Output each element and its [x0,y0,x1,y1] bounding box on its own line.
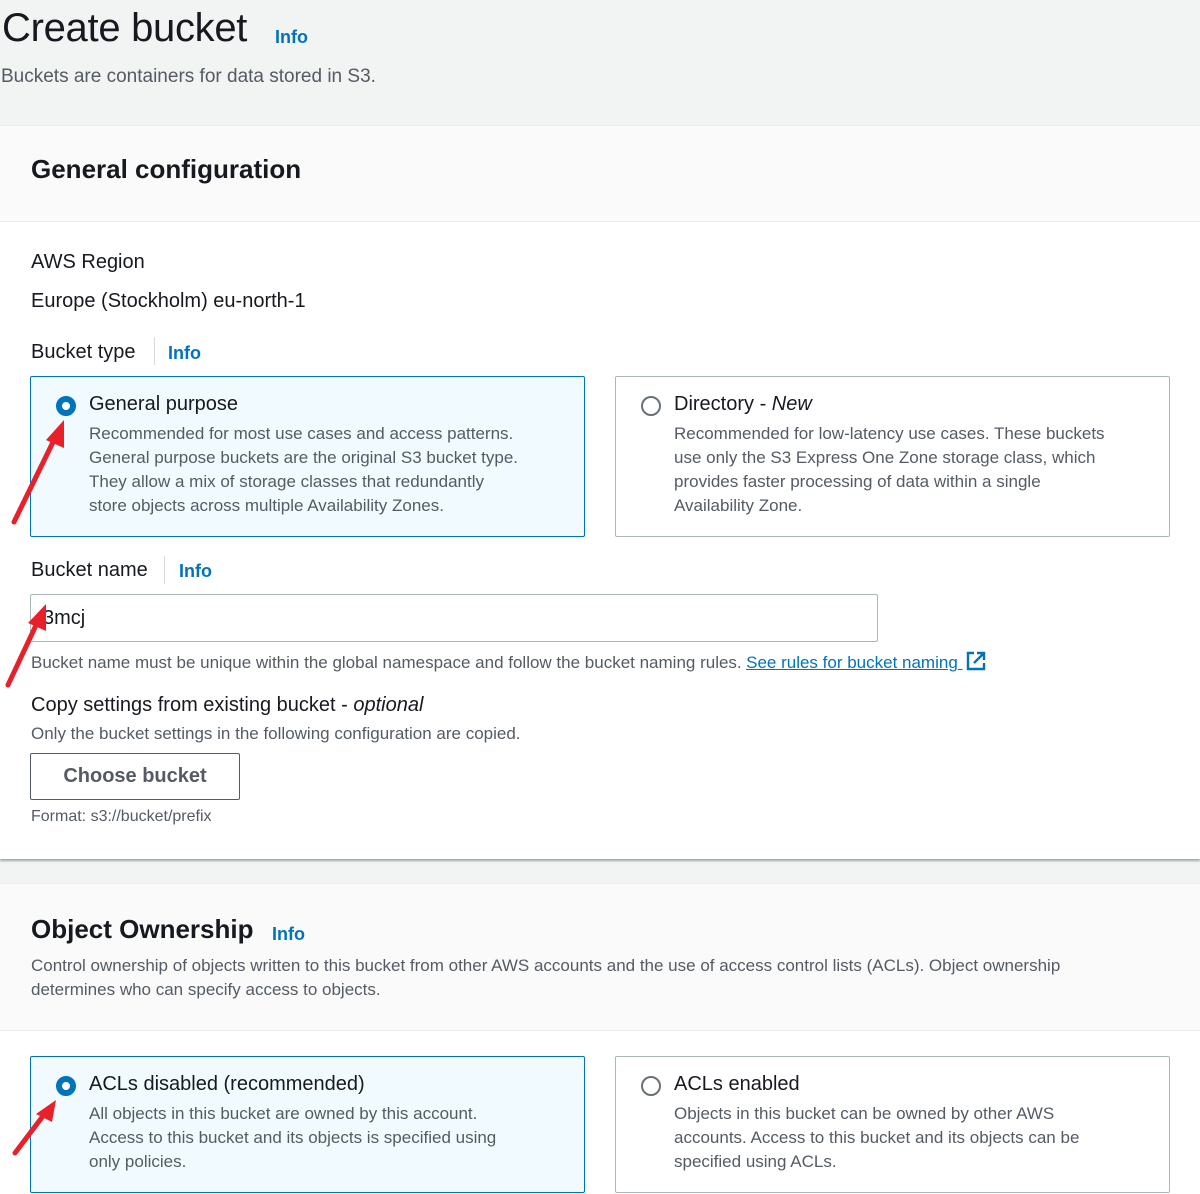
divider [164,556,165,584]
annotation-arrow-icon [11,420,64,525]
bucket-type-general-purpose-tile[interactable]: General purpose Recommended for most use… [30,376,585,537]
object-ownership-panel: Object Ownership Info Control ownership … [0,883,1200,1194]
general-purpose-radio[interactable] [56,396,76,416]
tile-description-line: Recommended for most use cases and acces… [89,424,514,443]
tile-description-line: accounts. Access to this bucket and its … [674,1128,1080,1147]
page-header: Create bucket Info Buckets are container… [0,0,1200,125]
optional-tag: optional [353,694,424,716]
page-title: Create bucket [2,6,248,50]
directory-radio[interactable] [641,396,661,416]
tile-title: ACLs enabled [674,1073,800,1095]
acls-disabled-radio[interactable] [56,1076,76,1096]
ownership-description-line: Control ownership of objects written to … [31,956,1061,975]
tile-description-line: They allow a mix of storage classes that… [89,472,484,491]
tile-title-text: Directory - [674,393,772,415]
tile-description-line: Objects in this bucket can be owned by o… [674,1104,1055,1123]
bucket-name-info-link[interactable]: Info [179,561,212,582]
panel-title: Object Ownership [31,914,254,944]
annotation-arrow-icon [5,604,46,688]
tile-description-line: provides faster processing of data withi… [674,472,1041,491]
bucket-name-hint: Bucket name must be unique within the gl… [31,653,742,672]
panel-header: Object Ownership Info Control ownership … [0,884,1200,1031]
format-hint: Format: s3://bucket/prefix [31,808,212,825]
ownership-description-line: determines who can specify access to obj… [31,980,381,999]
acls-disabled-tile[interactable]: ACLs disabled (recommended) All objects … [30,1056,585,1193]
choose-bucket-button[interactable]: Choose bucket [30,753,240,800]
bucket-type-info-link[interactable]: Info [168,343,201,364]
tile-description-line: use only the S3 Express One Zone storage… [674,448,1096,467]
acls-enabled-tile[interactable]: ACLs enabled Objects in this bucket can … [615,1056,1170,1193]
tile-title: General purpose [89,393,238,415]
bucket-name-input[interactable]: 3mcj [30,594,878,642]
copy-settings-label: Copy settings from existing bucket - opt… [31,694,423,717]
copy-settings-hint: Only the bucket settings in the followin… [31,724,521,743]
annotation-arrow-icon [12,1100,56,1156]
region-value: Europe (Stockholm) eu-north-1 [31,290,306,312]
tile-description-line: store objects across multiple Availabili… [89,496,444,515]
bucket-type-label: Bucket type [31,341,136,363]
bucket-name-label: Bucket name [31,559,148,581]
copy-settings-text: Copy settings from existing bucket - [31,694,354,716]
general-configuration-panel: General configuration AWS Region Europe … [0,125,1200,859]
tile-description: Recommended for low-latency use cases. T… [674,422,1154,518]
tile-description-line: Availability Zone. [674,496,803,515]
panel-title: General configuration [31,154,302,184]
page-description: Buckets are containers for data stored i… [1,66,376,87]
title-info-link[interactable]: Info [275,27,308,48]
external-link-icon[interactable] [965,650,987,672]
tile-description-line: Recommended for low-latency use cases. T… [674,424,1105,443]
acls-enabled-radio[interactable] [641,1076,661,1096]
link-text[interactable]: See rules for bucket naming [746,653,958,672]
tile-description-line: specified using ACLs. [674,1152,837,1171]
tile-description: All objects in this bucket are owned by … [89,1102,569,1174]
tile-description: Recommended for most use cases and acces… [89,422,569,518]
divider [154,337,155,365]
tile-title: ACLs disabled (recommended) [89,1073,365,1095]
bucket-type-directory-tile[interactable]: Directory - New Recommended for low-late… [615,376,1170,537]
tile-description: Objects in this bucket can be owned by o… [674,1102,1154,1174]
region-label: AWS Region [31,251,145,273]
panel-header: General configuration [0,126,1200,222]
new-badge: New [771,393,812,415]
tile-description-line: All objects in this bucket are owned by … [89,1104,478,1123]
bucket-name-hint-row: Bucket name must be unique within the gl… [31,650,987,673]
ownership-description: Control ownership of objects written to … [31,954,1181,1002]
bucket-naming-rules-link[interactable]: See rules for bucket naming [746,650,987,672]
tile-description-line: Access to this bucket and its objects is… [89,1128,497,1147]
tile-title: Directory - New [674,393,812,416]
tile-description-line: General purpose buckets are the original… [89,448,519,467]
tile-description-line: only policies. [89,1152,187,1171]
ownership-info-link[interactable]: Info [272,924,305,945]
